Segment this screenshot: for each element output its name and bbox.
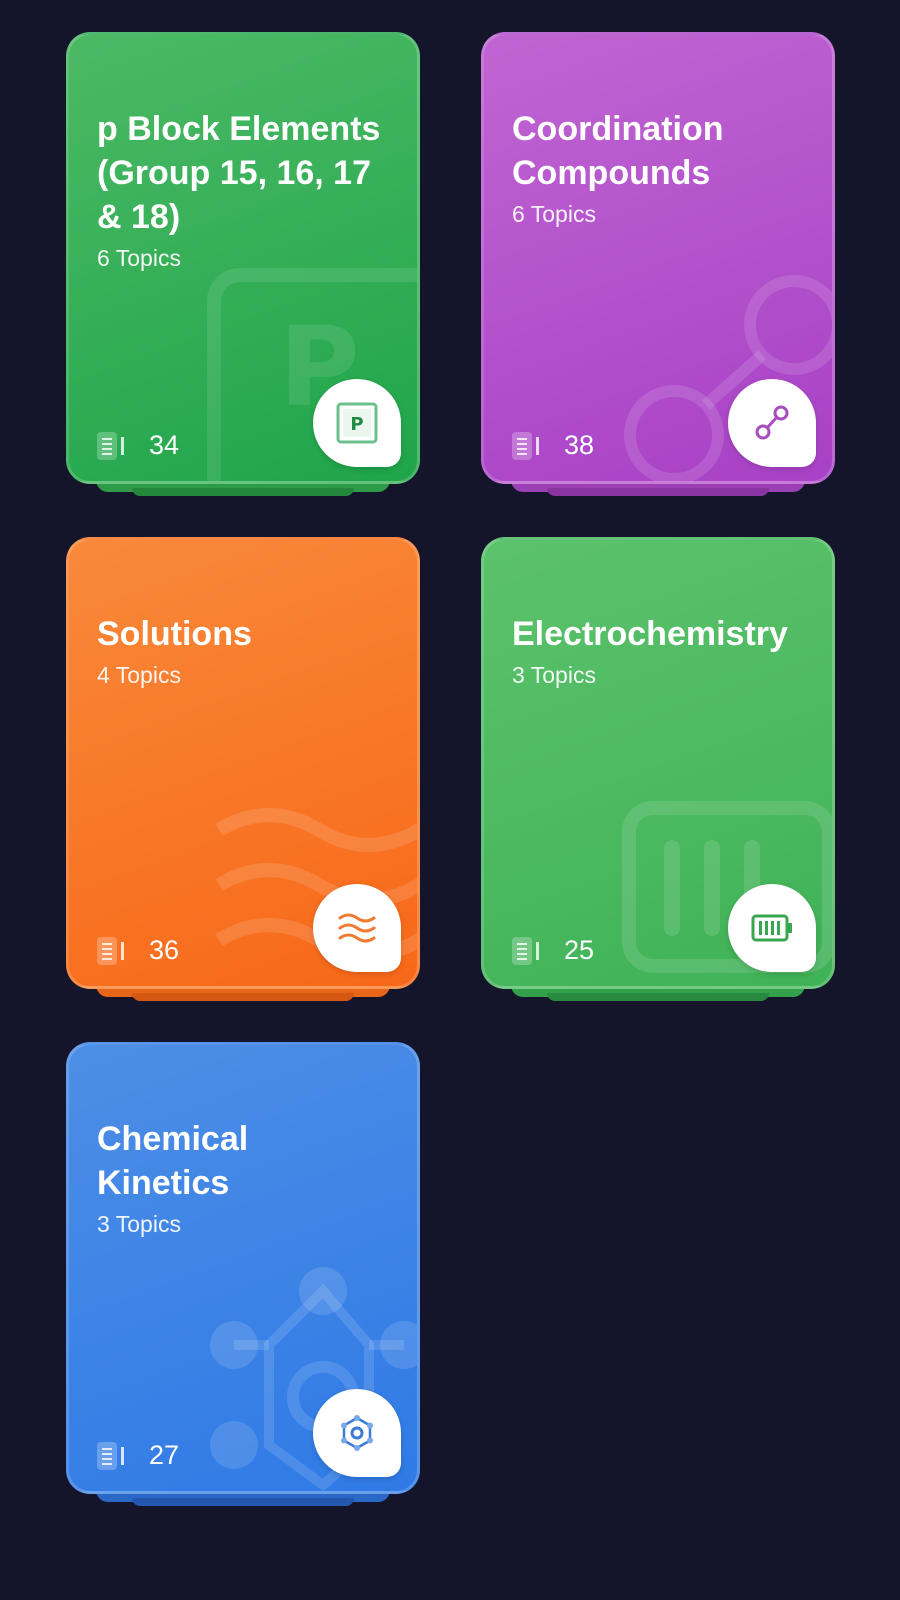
question-count: 38 xyxy=(512,430,594,461)
count-value: 27 xyxy=(149,1440,180,1470)
card-body[interactable]: Chemical Kinetics 3 Topics 27 xyxy=(66,1042,420,1494)
list-icon xyxy=(97,1441,124,1470)
gear-molecule-icon xyxy=(341,1415,373,1451)
card-title: Electrochemistry 3 Topics xyxy=(512,568,812,734)
card-stack-shadow xyxy=(132,1498,354,1506)
count-value: 36 xyxy=(149,935,180,965)
count-value: 38 xyxy=(564,430,595,460)
molecule-link-icon xyxy=(755,405,789,440)
topics-count: 4 Topics xyxy=(97,662,181,688)
card-title: Coordination Compounds 6 Topics xyxy=(512,63,812,273)
waves-icon xyxy=(338,913,376,943)
question-count: 25 xyxy=(512,935,594,966)
list-icon xyxy=(97,431,124,460)
subject-card-electrochemistry[interactable]: Electrochemistry 3 Topics 25 xyxy=(481,537,835,1007)
count-value: 25 xyxy=(564,935,595,965)
card-title: Solutions 4 Topics xyxy=(97,568,397,734)
list-icon xyxy=(512,936,539,965)
p-block-icon: P xyxy=(336,402,378,444)
list-icon xyxy=(512,431,539,460)
card-stack-shadow xyxy=(547,488,769,496)
battery-icon xyxy=(751,914,792,942)
card-title: p Block Elements (Group 15, 16, 17 & 18)… xyxy=(97,63,397,317)
topics-count: 6 Topics xyxy=(512,201,596,227)
topics-count: 3 Topics xyxy=(512,662,596,688)
subject-icon-button[interactable] xyxy=(313,1389,401,1477)
card-body[interactable]: P p Block Elements (Group 15, 16, 17 & 1… xyxy=(66,32,420,484)
topics-count: 3 Topics xyxy=(97,1211,181,1237)
question-count: 36 xyxy=(97,935,179,966)
subject-card-chemical-kinetics[interactable]: Chemical Kinetics 3 Topics 27 xyxy=(66,1042,420,1512)
question-count: 34 xyxy=(97,430,179,461)
subject-icon-button[interactable] xyxy=(728,379,816,467)
card-title: Chemical Kinetics 3 Topics xyxy=(97,1073,397,1283)
subject-card-solutions[interactable]: Solutions 4 Topics 36 xyxy=(66,537,420,1007)
question-count: 27 xyxy=(97,1440,179,1471)
subject-grid: P p Block Elements (Group 15, 16, 17 & 1… xyxy=(0,0,900,1600)
subject-icon-button[interactable] xyxy=(728,884,816,972)
topics-count: 6 Topics xyxy=(97,245,181,271)
count-value: 34 xyxy=(149,430,180,460)
subject-icon-button[interactable]: P xyxy=(313,379,401,467)
subject-icon-button[interactable] xyxy=(313,884,401,972)
card-body[interactable]: Solutions 4 Topics 36 xyxy=(66,537,420,989)
card-stack-shadow xyxy=(547,993,769,1001)
list-icon xyxy=(97,936,124,965)
card-body[interactable]: Coordination Compounds 6 Topics 38 xyxy=(481,32,835,484)
subject-card-coordination-compounds[interactable]: Coordination Compounds 6 Topics 38 xyxy=(481,32,835,502)
card-body[interactable]: Electrochemistry 3 Topics 25 xyxy=(481,537,835,989)
card-stack-shadow xyxy=(132,488,354,496)
subject-card-p-block[interactable]: P p Block Elements (Group 15, 16, 17 & 1… xyxy=(66,32,420,502)
svg-text:P: P xyxy=(350,414,363,435)
card-stack-shadow xyxy=(132,993,354,1001)
